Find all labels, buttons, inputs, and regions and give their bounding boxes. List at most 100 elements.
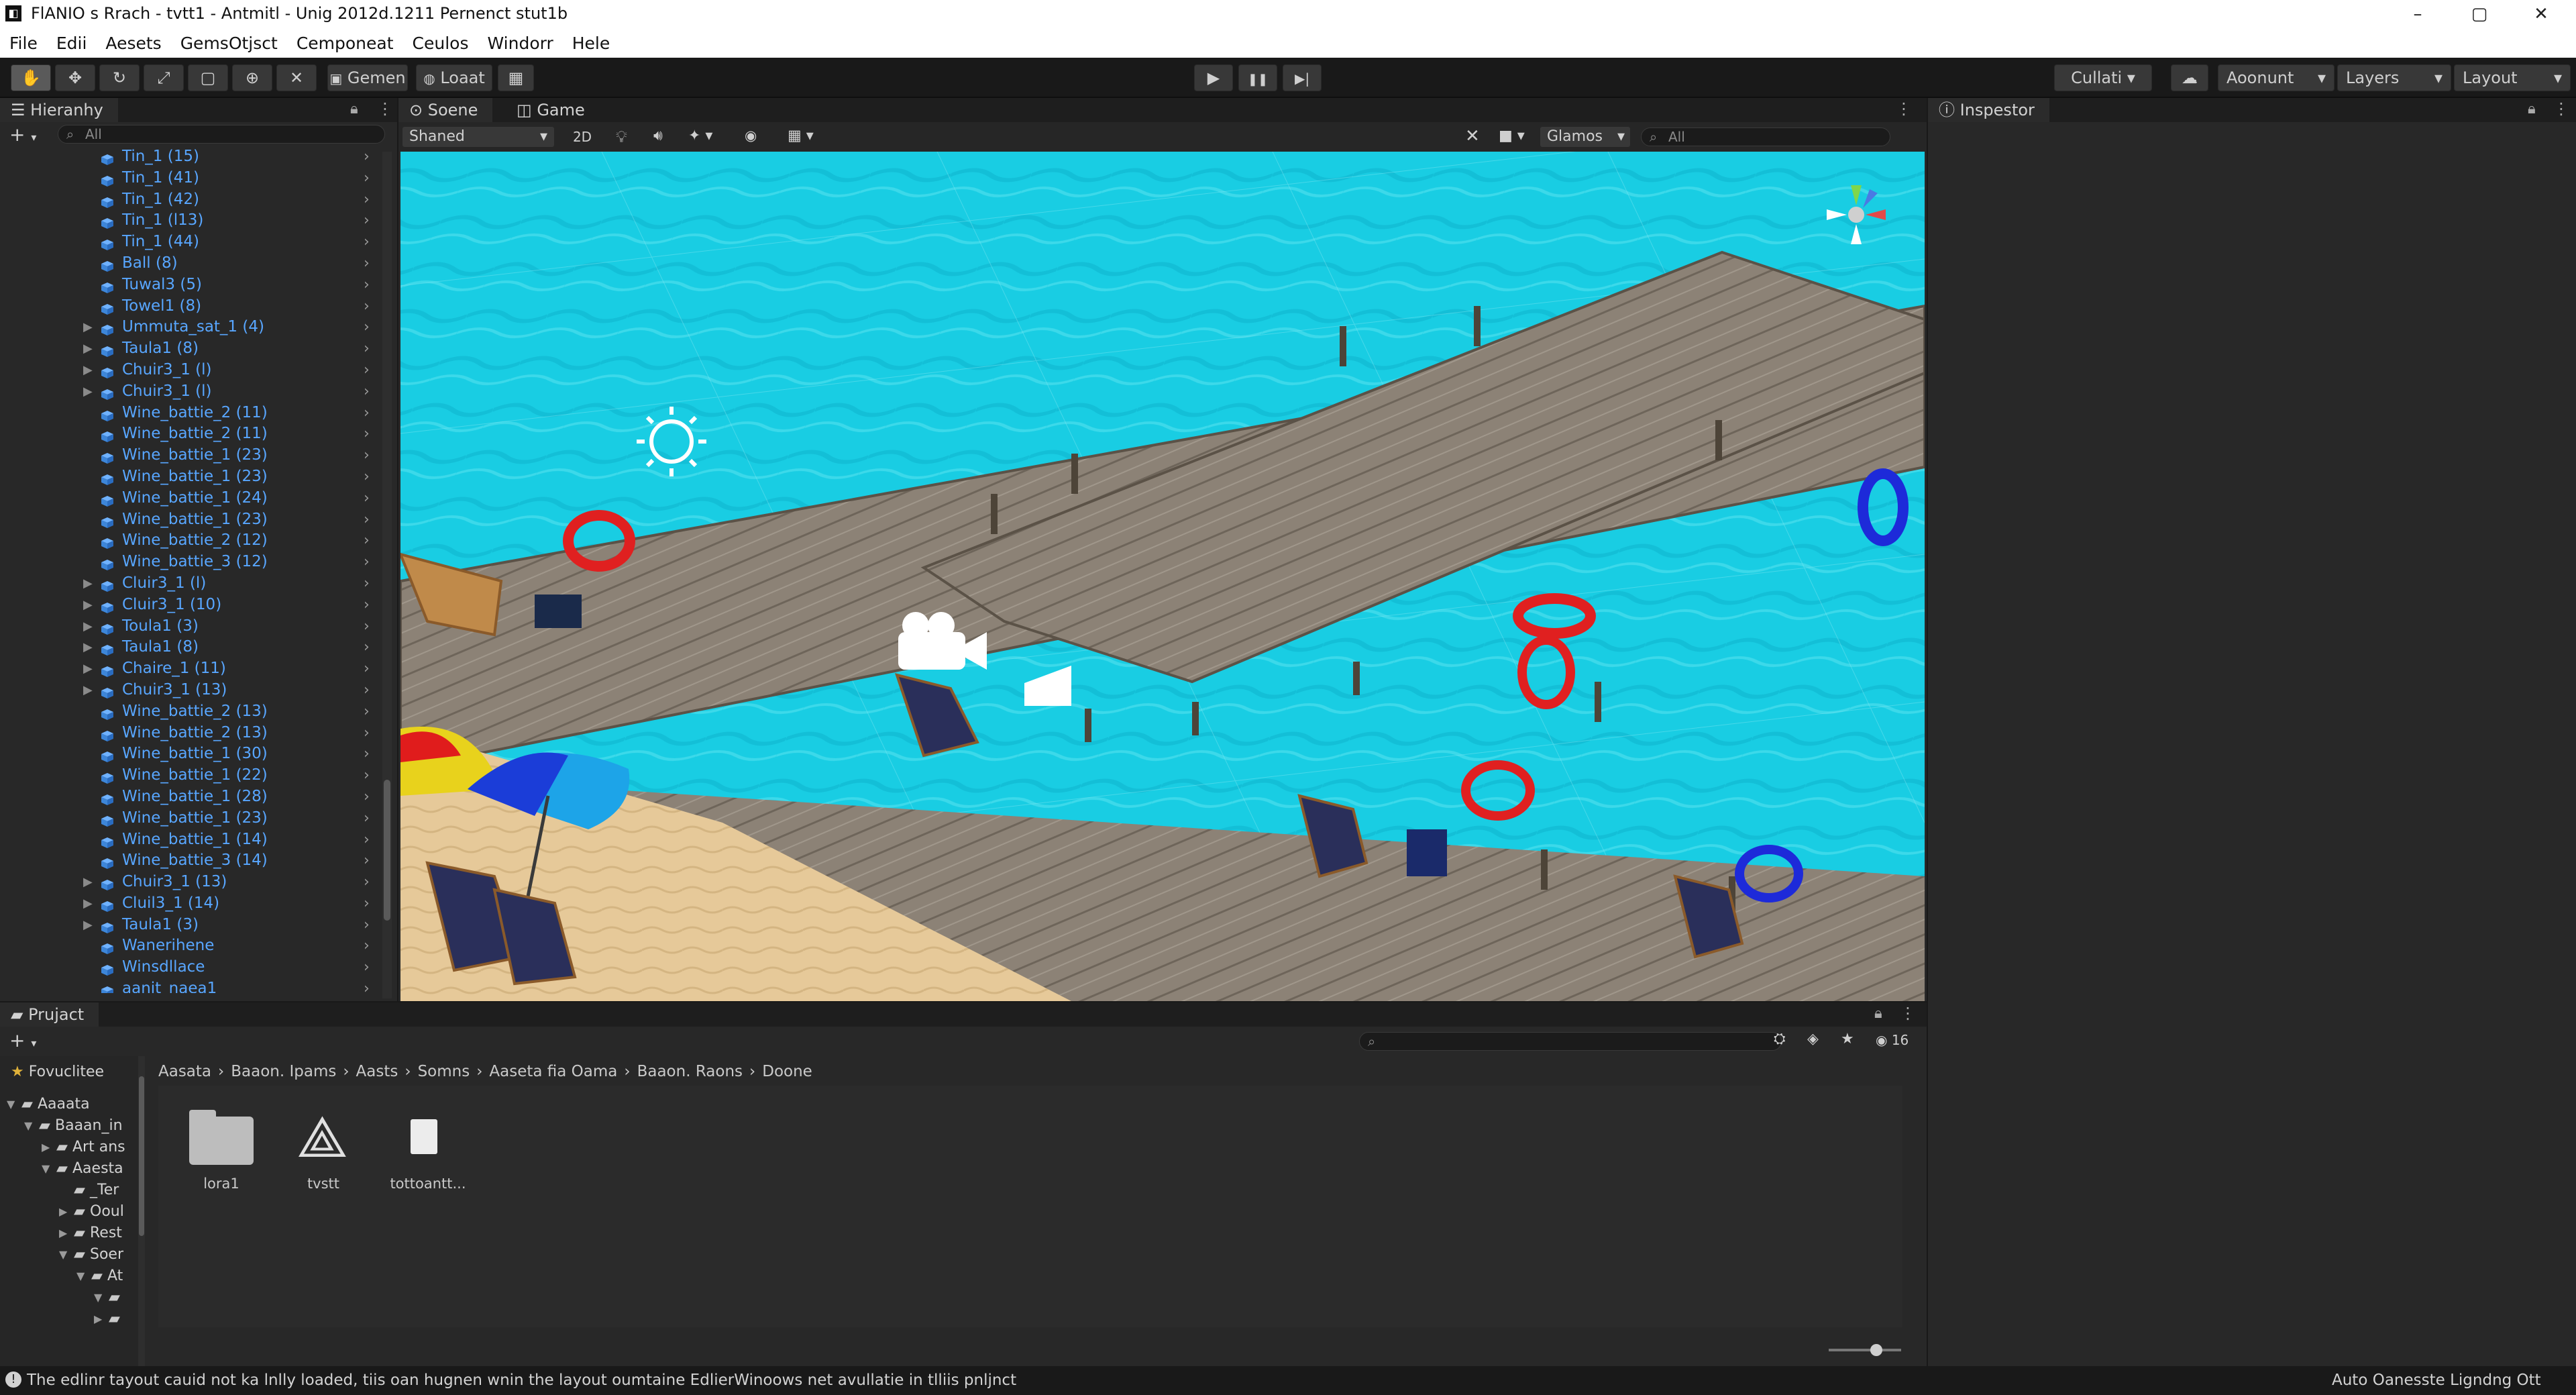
chevron-right-icon[interactable]: › [364,274,370,296]
tab-scene[interactable]: ⊙ Soene [398,98,493,122]
lock-icon[interactable]: 🔒︎ [1874,1005,1882,1022]
hierarchy-item[interactable]: ▶ Toula1 (3) › [0,616,389,637]
hierarchy-item[interactable]: Wine_battie_2 (13) › [0,701,389,723]
chevron-right-icon[interactable]: › [364,231,370,253]
tools-overlay-icon[interactable]: ✕ [1465,126,1480,146]
chevron-right-icon[interactable]: › [364,573,370,595]
chevron-right-icon[interactable]: › [364,296,370,317]
cloud-button[interactable]: ☁ [2171,64,2208,91]
step-button[interactable]: ▶| [1283,64,1322,91]
hierarchy-item[interactable]: ▶ Taula1 (8) › [0,338,389,360]
favorite-filter-icon[interactable]: ★ [1841,1031,1854,1047]
chevron-right-icon[interactable]: › [364,658,370,680]
hierarchy-item[interactable]: Tin_1 (l13) › [0,210,389,231]
camera-settings-icon[interactable]: ■ ▾ [1499,127,1525,144]
hierarchy-item[interactable]: Wine_battie_1 (23) › [0,445,389,466]
chevron-right-icon[interactable]: › [364,893,370,915]
snap-toggle[interactable]: ▦ [498,64,534,91]
expand-arrow-icon[interactable]: ▶ [83,658,93,680]
pivot-toggle[interactable]: ▣ Gemen [327,64,408,91]
project-tree-item[interactable]: ▼ ▰ [0,1287,142,1308]
hierarchy-item[interactable]: Wine_battie_1 (28) › [0,786,389,808]
tab-inspector[interactable]: ⓘ Inspestor [1928,98,2049,122]
expand-arrow-icon[interactable]: ▼ [24,1115,32,1137]
chevron-right-icon[interactable]: › [364,360,370,381]
tab-game[interactable]: ◫ Game [506,98,600,122]
hierarchy-item[interactable]: Tin_1 (44) › [0,231,389,253]
tab-hierarchy[interactable]: ☰ Hieranhy [0,98,118,122]
chevron-right-icon[interactable]: › [364,189,370,211]
chevron-right-icon[interactable]: › [364,850,370,872]
hierarchy-item[interactable]: Wine_battie_1 (14) › [0,829,389,851]
project-tree-item[interactable]: ▶ ▰ Ooul [0,1201,142,1223]
expand-arrow-icon[interactable]: ▶ [83,616,93,637]
status-message[interactable]: The edlinr tayout cauid not ka lnlly loa… [27,1372,1016,1389]
expand-arrow-icon[interactable]: ▶ [42,1137,50,1158]
expand-arrow-icon[interactable]: ▼ [42,1158,50,1180]
status-right-text[interactable]: Auto Oanesste Ligndng Ott [2332,1372,2541,1389]
chevron-right-icon[interactable]: › [364,978,370,993]
breadcrumb-item[interactable]: Aasts [356,1063,398,1080]
expand-arrow-icon[interactable]: ▶ [83,595,93,616]
hierarchy-item[interactable]: Wine_battie_1 (22) › [0,765,389,786]
menu-help[interactable]: Hele [572,34,610,53]
project-search-input[interactable]: ⌕ [1359,1032,1782,1051]
chevron-right-icon[interactable]: › [364,445,370,466]
expand-arrow-icon[interactable]: ▶ [59,1201,67,1223]
menu-edit[interactable]: Edii [56,34,87,53]
shading-mode-dropdown[interactable]: Shaned ▾ [402,127,554,147]
hierarchy-item[interactable]: Tin_1 (15) › [0,146,389,168]
breadcrumb-item[interactable]: Aasata [158,1063,211,1080]
expand-arrow-icon[interactable]: ▼ [94,1287,102,1308]
hierarchy-item[interactable]: Wanerihene › [0,935,389,957]
hand-tool-button[interactable]: ✋ [11,64,51,91]
asset-tile[interactable]: ⟁ tvstt [266,1106,373,1192]
hierarchy-add-button[interactable]: + ▾ [9,123,36,146]
chevron-right-icon[interactable]: › [364,723,370,744]
expand-arrow-icon[interactable]: ▶ [83,915,93,936]
chevron-right-icon[interactable]: › [364,146,370,168]
hierarchy-item[interactable]: Tuwal3 (5) › [0,274,389,296]
chevron-right-icon[interactable]: › [364,381,370,403]
hierarchy-search-input[interactable]: ⌕ All [58,125,385,144]
tab-project[interactable]: ▰ Prujact [0,1002,99,1027]
rotate-tool-button[interactable]: ↻ [99,64,140,91]
effects-toggle-icon[interactable]: ✦ ▾ [688,127,712,144]
hierarchy-item[interactable]: Wine_battie_1 (23) › [0,466,389,488]
expand-arrow-icon[interactable]: ▶ [83,893,93,915]
account-dropdown[interactable]: Aoonunt ▾ [2218,64,2334,91]
play-button[interactable]: ▶ [1194,64,1233,91]
expand-arrow-icon[interactable]: ▼ [59,1244,67,1265]
chevron-right-icon[interactable]: › [364,338,370,360]
hierarchy-item[interactable]: ▶ Cluil3_1 (14) › [0,893,389,915]
maximize-button[interactable]: ▢ [2459,1,2500,27]
expand-arrow-icon[interactable]: ▶ [83,872,93,893]
project-tree-item[interactable]: ▰ _Ter [0,1180,142,1201]
project-tree-item[interactable]: ▼ ▰ Aaesta [0,1158,142,1180]
hierarchy-item[interactable]: aanit_naea1 › [0,978,389,993]
chevron-right-icon[interactable]: › [364,466,370,488]
menu-window[interactable]: Windorr [487,34,553,53]
hierarchy-item[interactable]: Wine_battie_2 (13) › [0,723,389,744]
menu-file[interactable]: File [9,34,38,53]
chevron-right-icon[interactable]: › [364,743,370,765]
breadcrumb-item[interactable]: Doone [762,1063,812,1080]
expand-arrow-icon[interactable]: ▶ [83,360,93,381]
scene-viewport[interactable] [400,152,1925,1001]
menu-component[interactable]: Cemponeat [297,34,394,53]
panel-menu-icon[interactable]: ⋮ [1896,99,1912,118]
chevron-right-icon[interactable]: › [364,765,370,786]
chevron-right-icon[interactable]: › [364,210,370,231]
icon-size-slider[interactable] [1829,1344,1901,1356]
hierarchy-item[interactable]: Wine_battie_2 (11) › [0,423,389,445]
hierarchy-item[interactable]: Winsdllace › [0,957,389,978]
lighting-toggle-icon[interactable]: 💡︎ [616,127,627,146]
project-tree-item[interactable]: ▼ ▰ At [0,1265,142,1287]
project-tree-item[interactable]: ▼ ▰ Soer [0,1244,142,1265]
hierarchy-item[interactable]: Wine_battie_3 (12) › [0,552,389,573]
layers-dropdown[interactable]: Layers ▾ [2337,64,2451,91]
chevron-right-icon[interactable]: › [364,957,370,978]
minimize-button[interactable]: – [2398,1,2438,27]
custom-tool-button[interactable]: ✕ [276,64,317,91]
chevron-right-icon[interactable]: › [364,530,370,552]
